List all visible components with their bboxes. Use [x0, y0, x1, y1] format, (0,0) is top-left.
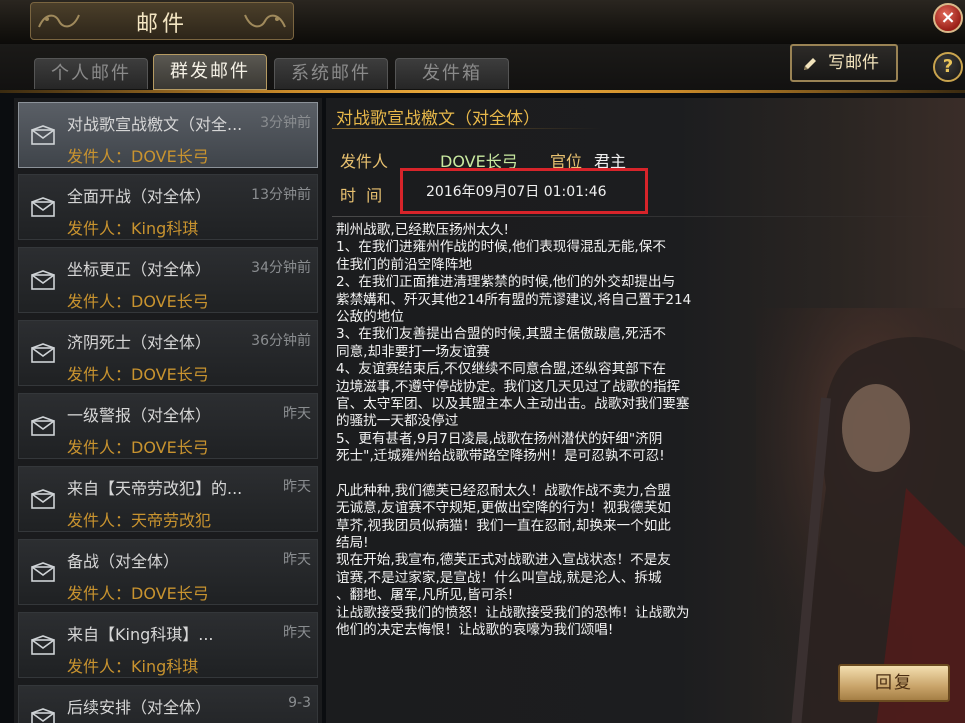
- body-line: 5、更有甚者,9月7日凌晨,战歌在扬州潜伏的奸细"济阴: [336, 430, 663, 447]
- body-line: 死士",迁城雍州给战歌带路空降扬州！是可忍孰不可忍!: [336, 448, 665, 465]
- mail-subject: 来自【King科琪】...: [67, 625, 214, 644]
- close-button[interactable]: ×: [933, 3, 963, 33]
- body-line: 无诚意,友谊赛不守规矩,更做出空降的行为！视我德芙如: [336, 500, 671, 517]
- mail-time: 36分钟前: [251, 333, 311, 349]
- header-divider: [0, 90, 965, 93]
- mail-subject: 后续安排（对全体）: [67, 698, 212, 717]
- dragon-ornament-icon: [244, 14, 286, 28]
- mail-time: 昨天: [283, 479, 311, 495]
- envelope-icon: [31, 416, 55, 436]
- envelope-icon: [31, 343, 55, 363]
- tab-system-mail[interactable]: 系统邮件: [274, 58, 388, 89]
- body-line: 同意,却非要打一场友谊赛: [336, 343, 490, 360]
- mail-time: 13分钟前: [251, 187, 311, 203]
- body-line: 、翻地、屠军,凡所见,皆可杀!: [336, 587, 514, 604]
- envelope-icon: [31, 197, 55, 217]
- body-line: 结局!: [336, 535, 369, 552]
- pencil-icon: [804, 58, 816, 70]
- envelope-icon: [31, 708, 55, 723]
- body-line: 谊赛,不是过家家,是宣战！什么叫宣战,就是沦人、拆城: [336, 569, 662, 586]
- write-mail-button[interactable]: 写邮件: [790, 44, 898, 82]
- mail-subject: 来自【天帝劳改犯】的...: [67, 479, 243, 498]
- write-mail-label: 写邮件: [828, 53, 879, 73]
- body-line: 让战歌接受我们的愤怒！让战歌接受我们的恐怖！让战歌为: [336, 604, 690, 621]
- mail-list-item[interactable]: 坐标更正（对全体） 34分钟前 发件人：DOVE长弓: [18, 247, 318, 313]
- envelope-icon: [31, 270, 55, 290]
- mail-subject: 坐标更正（对全体）: [67, 260, 212, 279]
- mail-sender: 发件人：DOVE长弓: [67, 365, 209, 384]
- mail-body: 荆州战歌,已经欺压扬州太久! 1、在我们进雍州作战的时候,他们表现得混乱无能,保…: [336, 222, 756, 639]
- mail-list: 对战歌宣战檄文（对全... 3分钟前 发件人：DOVE长弓 全面开战（对全体） …: [14, 98, 322, 723]
- envelope-icon: [31, 125, 55, 145]
- title-underline: [332, 128, 602, 129]
- body-line: 2、在我们正面推进清理紫禁的时候,他们的外交却提出与: [336, 274, 676, 291]
- mail-subject: 对战歌宣战檄文（对全...: [67, 115, 243, 134]
- body-line: 公敌的地位: [336, 308, 404, 325]
- envelope-icon: [31, 489, 55, 509]
- mail-list-item[interactable]: 来自【天帝劳改犯】的... 昨天 发件人：天帝劳改犯: [18, 466, 318, 532]
- title-plate: 邮件: [30, 2, 294, 40]
- body-line: 现在开始,我宣布,德芙正式对战歌进入宣战状态！不是友: [336, 552, 671, 569]
- mail-list-item[interactable]: 一级警报（对全体） 昨天 发件人：DOVE长弓: [18, 393, 318, 459]
- mail-subject: 济阴死士（对全体）: [67, 333, 212, 352]
- body-line: 他们的决定去悔恨！让战歌的哀嚎为我们颂唱!: [336, 621, 614, 638]
- mail-time: 昨天: [283, 406, 311, 422]
- body-line: 3、在我们友善提出合盟的时候,其盟主倨傲跋扈,死活不: [336, 326, 666, 343]
- reply-button[interactable]: 回复: [838, 664, 950, 702]
- mail-time: 9-3: [288, 695, 311, 711]
- body-line: [336, 465, 756, 482]
- body-line: 荆州战歌,已经欺压扬州太久!: [336, 222, 509, 238]
- body-divider: [332, 216, 942, 217]
- mail-list-item[interactable]: 后续安排（对全体） 9-3: [18, 685, 318, 723]
- tab-bar: 个人邮件 群发邮件 系统邮件 发件箱 写邮件 ?: [0, 44, 965, 92]
- tab-outbox[interactable]: 发件箱: [395, 58, 509, 89]
- mail-sender: 发件人：King科琪: [67, 657, 199, 676]
- mail-subject: 全面开战（对全体）: [67, 187, 212, 206]
- mail-subject: 备战（对全体）: [67, 552, 180, 571]
- title-bar: 邮件 ×: [0, 0, 965, 46]
- mail-list-item[interactable]: 备战（对全体） 昨天 发件人：DOVE长弓: [18, 539, 318, 605]
- warrior-portrait-illustration: [756, 308, 965, 723]
- tab-group-mail[interactable]: 群发邮件: [153, 54, 267, 90]
- body-line: 草芥,视我团员似病猫！我们一直在忍耐,却换来一个如此: [336, 517, 671, 534]
- body-line: 边境滋事,不遵守停战协定。我们这几天见过了战歌的指挥: [336, 378, 681, 395]
- tab-personal-mail[interactable]: 个人邮件: [34, 58, 148, 89]
- mail-sender: 发件人：DOVE长弓: [67, 438, 209, 457]
- mail-sender: 发件人：DOVE长弓: [67, 292, 209, 311]
- mail-detail-panel: 对战歌宣战檄文（对全体） 发件人 DOVE长弓 官位 君主 时 间 2016年0…: [326, 98, 965, 723]
- time-value: 2016年09月07日 01:01:46: [426, 184, 607, 200]
- mail-sender: 发件人：DOVE长弓: [67, 584, 209, 603]
- body-line: 的骚扰一天都没停过: [336, 413, 459, 430]
- mail-title: 对战歌宣战檄文（对全体）: [336, 109, 540, 129]
- envelope-icon: [31, 635, 55, 655]
- mail-list-item[interactable]: 对战歌宣战檄文（对全... 3分钟前 发件人：DOVE长弓: [18, 102, 318, 168]
- mail-sender: 发件人：天帝劳改犯: [67, 511, 212, 530]
- mail-time: 34分钟前: [251, 260, 311, 276]
- mail-time: 昨天: [283, 625, 311, 641]
- mail-list-item[interactable]: 全面开战（对全体） 13分钟前 发件人：King科琪: [18, 174, 318, 240]
- mail-sender: 发件人：King科琪: [67, 219, 199, 238]
- sender-label: 发件人: [340, 152, 389, 171]
- body-line: 凡此种种,我们德芙已经忍耐太久！战歌作战不卖力,合盟: [336, 482, 671, 499]
- mail-list-item[interactable]: 来自【King科琪】... 昨天 发件人：King科琪: [18, 612, 318, 678]
- mail-time: 3分钟前: [260, 115, 311, 131]
- mail-sender: 发件人：DOVE长弓: [67, 147, 209, 166]
- envelope-icon: [31, 562, 55, 582]
- body-line: 住我们的前沿空降阵地: [336, 256, 472, 273]
- body-line: 1、在我们进雍州作战的时候,他们表现得混乱无能,保不: [336, 239, 666, 256]
- body-line: 紫禁媾和、歼灭其他214所有盟的荒谬建议,将自己置于214: [336, 291, 692, 308]
- time-label: 时 间: [340, 186, 383, 205]
- body-line: 官、太守军团、以及其盟主本人主动出击。战歌对我们要塞: [336, 395, 690, 412]
- help-button[interactable]: ?: [933, 52, 963, 82]
- mail-time: 昨天: [283, 552, 311, 568]
- body-line: 4、友谊赛结束后,不仅继续不同意合盟,还纵容其部下在: [336, 361, 666, 378]
- mail-subject: 一级警报（对全体）: [67, 406, 212, 425]
- mail-list-item[interactable]: 济阴死士（对全体） 36分钟前 发件人：DOVE长弓: [18, 320, 318, 386]
